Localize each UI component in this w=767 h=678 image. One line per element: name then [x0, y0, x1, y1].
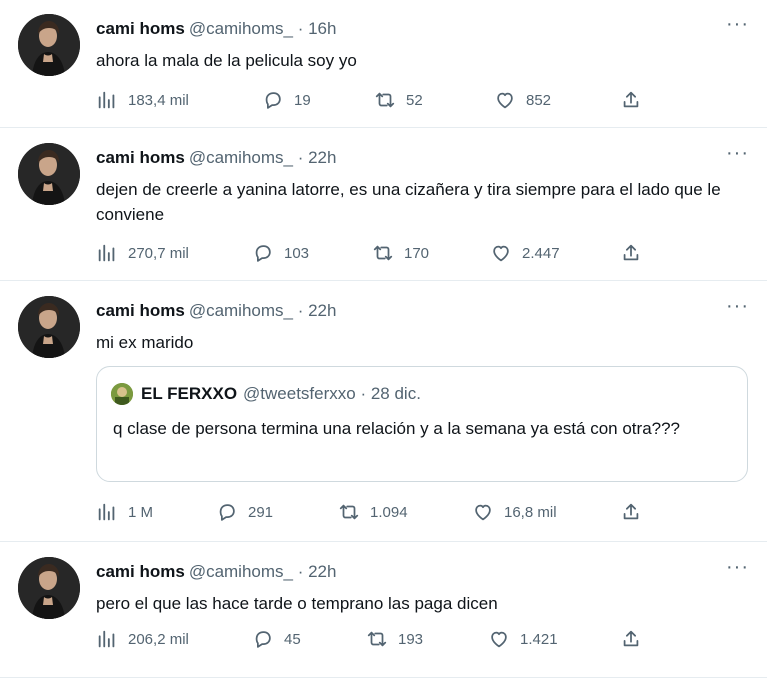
- quoted-tweet-header: EL FERXXO @tweetsferxxo · 28 dic.: [111, 383, 421, 405]
- share-button[interactable]: [620, 241, 652, 265]
- quoted-avatar: [111, 383, 133, 405]
- like-count: 2.447: [522, 244, 560, 262]
- tweet-text: mi ex marido: [96, 333, 194, 352]
- share-icon: [620, 89, 642, 111]
- reply-count: 103: [284, 244, 310, 262]
- author-name[interactable]: cami homs: [96, 19, 185, 38]
- author-handle-time[interactable]: @camihoms_ · 22h: [189, 148, 337, 167]
- views-button[interactable]: 270,7 mil: [96, 241, 189, 265]
- retweet-count: 1.094: [370, 503, 408, 521]
- share-icon: [620, 628, 642, 650]
- reply-button[interactable]: 19: [262, 88, 311, 112]
- quoted-avatar-icon: [111, 383, 133, 405]
- reply-button[interactable]: 103: [252, 241, 309, 265]
- views-count: 270,7 mil: [128, 244, 189, 262]
- like-count: 1.421: [520, 630, 558, 648]
- avatar[interactable]: [18, 557, 80, 619]
- more-options-icon[interactable]: ···: [726, 14, 749, 34]
- tweet-header: cami homs @camihoms_ · 22h: [96, 147, 336, 169]
- like-button[interactable]: 852: [494, 88, 551, 112]
- tweet-1[interactable]: cami homs @camihoms_ · 16h ··· ahora la m…: [0, 0, 767, 128]
- more-options-icon[interactable]: ···: [726, 557, 749, 577]
- retweet-button[interactable]: 170: [372, 241, 429, 265]
- more-options-icon[interactable]: ···: [726, 143, 749, 163]
- tweet-actions: 183,4 mil 19 52 852: [96, 88, 656, 112]
- views-icon: [96, 89, 118, 111]
- views-button[interactable]: 183,4 mil: [96, 88, 189, 112]
- retweet-count: 52: [406, 91, 423, 109]
- tweet-text: pero el que las hace tarde o temprano la…: [96, 594, 498, 613]
- views-button[interactable]: 206,2 mil: [96, 627, 189, 651]
- avatar-image-icon: [18, 14, 80, 76]
- views-icon: [96, 242, 118, 264]
- views-count: 183,4 mil: [128, 91, 189, 109]
- retweet-button[interactable]: 1.094: [338, 500, 408, 524]
- like-count: 852: [526, 91, 552, 109]
- views-icon: [96, 628, 118, 650]
- tweet-header: cami homs @camihoms_ · 16h: [96, 18, 336, 40]
- author-handle-time[interactable]: @camihoms_ · 22h: [189, 562, 337, 581]
- tweet-3[interactable]: cami homs @camihoms_ · 22h ··· mi ex mari…: [0, 282, 767, 542]
- share-icon: [620, 501, 642, 523]
- reply-count: 19: [294, 91, 311, 109]
- author-name[interactable]: cami homs: [96, 148, 185, 167]
- quoted-tweet[interactable]: EL FERXXO @tweetsferxxo · 28 dic. q clase…: [96, 366, 748, 482]
- share-button[interactable]: [620, 627, 652, 651]
- views-button[interactable]: 1 M: [96, 500, 153, 524]
- reply-icon: [252, 242, 274, 264]
- retweet-icon: [366, 628, 388, 650]
- heart-icon: [472, 501, 494, 523]
- heart-icon: [490, 242, 512, 264]
- quoted-tweet-text: q clase de persona termina una relación …: [113, 419, 681, 438]
- like-button[interactable]: 2.447: [490, 241, 560, 265]
- quoted-author-name[interactable]: EL FERXXO: [141, 384, 237, 404]
- tweet-actions: 1 M 291 1.094 16,8 mil: [96, 500, 656, 524]
- views-count: 206,2 mil: [128, 630, 189, 648]
- reply-icon: [252, 628, 274, 650]
- tweet-2[interactable]: cami homs @camihoms_ · 22h ··· dejen de c…: [0, 129, 767, 281]
- retweet-icon: [338, 501, 360, 523]
- avatar[interactable]: [18, 143, 80, 205]
- views-count: 1 M: [128, 503, 154, 521]
- share-icon: [620, 242, 642, 264]
- views-icon: [96, 501, 118, 523]
- share-button[interactable]: [620, 500, 652, 524]
- retweet-icon: [374, 89, 396, 111]
- retweet-count: 170: [404, 244, 430, 262]
- like-button[interactable]: 16,8 mil: [472, 500, 557, 524]
- author-handle-time[interactable]: @camihoms_ · 22h: [189, 301, 337, 320]
- retweet-button[interactable]: 193: [366, 627, 423, 651]
- tweet-4[interactable]: cami homs @camihoms_ · 22h ··· pero el qu…: [0, 543, 767, 678]
- tweet-header: cami homs @camihoms_ · 22h: [96, 300, 336, 322]
- heart-icon: [488, 628, 510, 650]
- quoted-author-handle-date[interactable]: @tweetsferxxo · 28 dic.: [243, 384, 421, 404]
- like-button[interactable]: 1.421: [488, 627, 558, 651]
- like-count: 16,8 mil: [504, 503, 557, 521]
- retweet-icon: [372, 242, 394, 264]
- reply-count: 45: [284, 630, 301, 648]
- author-handle-time[interactable]: @camihoms_ · 16h: [189, 19, 337, 38]
- tweet-text: dejen de creerle a yanina latorre, es un…: [96, 180, 721, 224]
- tweet-text: ahora la mala de la pelicula soy yo: [96, 51, 357, 70]
- more-options-icon[interactable]: ···: [726, 296, 749, 316]
- retweet-button[interactable]: 52: [374, 88, 423, 112]
- tweet-actions: 270,7 mil 103 170 2.447: [96, 241, 656, 265]
- avatar-image-icon: [18, 143, 80, 205]
- heart-icon: [494, 89, 516, 111]
- avatar-image-icon: [18, 296, 80, 358]
- share-button[interactable]: [620, 88, 652, 112]
- reply-button[interactable]: 291: [216, 500, 273, 524]
- avatar[interactable]: [18, 14, 80, 76]
- avatar-image-icon: [18, 557, 80, 619]
- reply-icon: [262, 89, 284, 111]
- tweet-header: cami homs @camihoms_ · 22h: [96, 561, 336, 583]
- avatar[interactable]: [18, 296, 80, 358]
- retweet-count: 193: [398, 630, 424, 648]
- author-name[interactable]: cami homs: [96, 562, 185, 581]
- author-name[interactable]: cami homs: [96, 301, 185, 320]
- reply-count: 291: [248, 503, 274, 521]
- reply-icon: [216, 501, 238, 523]
- reply-button[interactable]: 45: [252, 627, 301, 651]
- tweet-actions: 206,2 mil 45 193 1.421: [96, 627, 656, 651]
